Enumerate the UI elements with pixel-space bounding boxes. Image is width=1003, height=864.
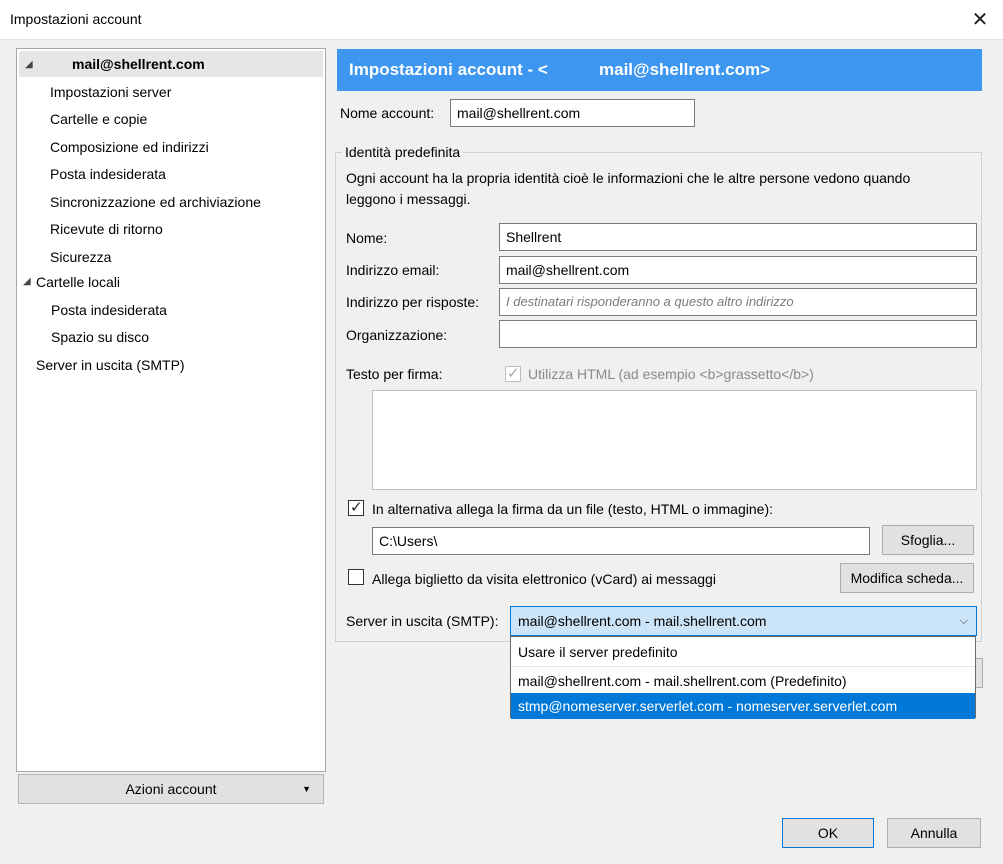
chevron-down-icon: ⌵: [959, 615, 968, 627]
header-title: Impostazioni account - <: [349, 60, 548, 79]
tree-account[interactable]: ◢ mail@shellrent.com: [19, 51, 323, 77]
edit-card-button[interactable]: Modifica scheda...: [840, 563, 974, 593]
reply-to-input[interactable]: I destinatari risponderanno a questo alt…: [499, 288, 977, 316]
smtp-label: Server in uscita (SMTP):: [346, 613, 499, 629]
smtp-option[interactable]: mail@shellrent.com - mail.shellrent.com …: [511, 668, 975, 694]
email-label: Indirizzo email:: [346, 262, 440, 278]
email-input[interactable]: mail@shellrent.com: [499, 256, 977, 284]
expanded-arrow-icon[interactable]: ◢: [25, 51, 33, 79]
dropdown-arrow-icon: ▼: [302, 784, 311, 794]
attach-signature-checkbox[interactable]: [348, 498, 364, 516]
tree-item-receipts[interactable]: Ricevute di ritorno: [50, 216, 163, 242]
header-account: mail@shellrent.com>: [599, 60, 771, 79]
name-input[interactable]: Shellrent: [499, 223, 977, 251]
organization-input[interactable]: [499, 320, 977, 348]
option-divider: [511, 666, 975, 667]
signature-label: Testo per firma:: [346, 366, 443, 382]
signature-textarea[interactable]: [372, 390, 977, 490]
hidden-button-edge[interactable]: [976, 658, 983, 688]
window-title: Impostazioni account: [10, 11, 142, 27]
page-header: Impostazioni account - < mail@shellrent.…: [337, 49, 982, 91]
organization-label: Organizzazione:: [346, 327, 448, 343]
smtp-option-highlighted[interactable]: stmp@nomeserver.serverlet.com - nomeserv…: [511, 693, 975, 719]
account-actions-label: Azioni account: [125, 781, 217, 797]
ok-button[interactable]: OK: [782, 818, 874, 848]
account-name-label: Nome account:: [340, 105, 435, 121]
name-label: Nome:: [346, 230, 388, 246]
account-tree[interactable]: ◢ mail@shellrent.com Impostazioni server…: [16, 48, 326, 772]
identity-description-1: Ogni account ha la propria identità cioè…: [346, 170, 911, 186]
vcard-checkbox[interactable]: [348, 569, 364, 585]
tree-item-server-settings[interactable]: Impostazioni server: [50, 79, 171, 105]
tree-item-security[interactable]: Sicurezza: [50, 244, 111, 270]
tree-item-composition[interactable]: Composizione ed indirizzi: [50, 134, 209, 160]
tree-item-junk[interactable]: Posta indesiderata: [50, 161, 166, 187]
tree-item-disk-space[interactable]: Spazio su disco: [51, 324, 149, 350]
tree-item-smtp[interactable]: Server in uscita (SMTP): [36, 352, 185, 378]
reply-to-label: Indirizzo per risposte:: [346, 294, 480, 310]
cancel-button[interactable]: Annulla: [887, 818, 981, 848]
account-name-input[interactable]: mail@shellrent.com: [450, 99, 695, 127]
account-actions-button[interactable]: Azioni account ▼: [18, 774, 324, 804]
tree-item-folders-copies[interactable]: Cartelle e copie: [50, 106, 147, 132]
use-html-checkbox[interactable]: [505, 364, 521, 382]
smtp-selected-value: mail@shellrent.com - mail.shellrent.com: [518, 613, 767, 629]
vcard-label: Allega biglietto da visita elettronico (…: [372, 571, 716, 587]
expanded-arrow-icon[interactable]: ◢: [23, 269, 31, 295]
close-icon[interactable]: ✕: [968, 6, 992, 34]
tree-item-local-junk[interactable]: Posta indesiderata: [51, 297, 167, 323]
tree-account-label: mail@shellrent.com: [72, 56, 205, 72]
signature-file-input[interactable]: C:\Users\: [372, 527, 870, 555]
tree-item-sync-archive[interactable]: Sincronizzazione ed archiviazione: [50, 189, 261, 215]
window-titlebar: Impostazioni account ✕: [0, 0, 1003, 40]
identity-legend: Identità predefinita: [342, 144, 464, 160]
attach-signature-label: In alternativa allega la firma da un fil…: [372, 501, 773, 517]
use-html-label: Utilizza HTML (ad esempio <b>grassetto</…: [528, 366, 814, 382]
smtp-option[interactable]: Usare il server predefinito: [511, 639, 975, 665]
identity-description-2: leggono i messaggi.: [346, 191, 471, 207]
browse-button[interactable]: Sfoglia...: [882, 525, 974, 555]
smtp-dropdown-list[interactable]: Usare il server predefinito mail@shellre…: [510, 636, 976, 719]
tree-local-folders-label: Cartelle locali: [36, 274, 121, 290]
smtp-select[interactable]: mail@shellrent.com - mail.shellrent.com …: [510, 606, 977, 636]
